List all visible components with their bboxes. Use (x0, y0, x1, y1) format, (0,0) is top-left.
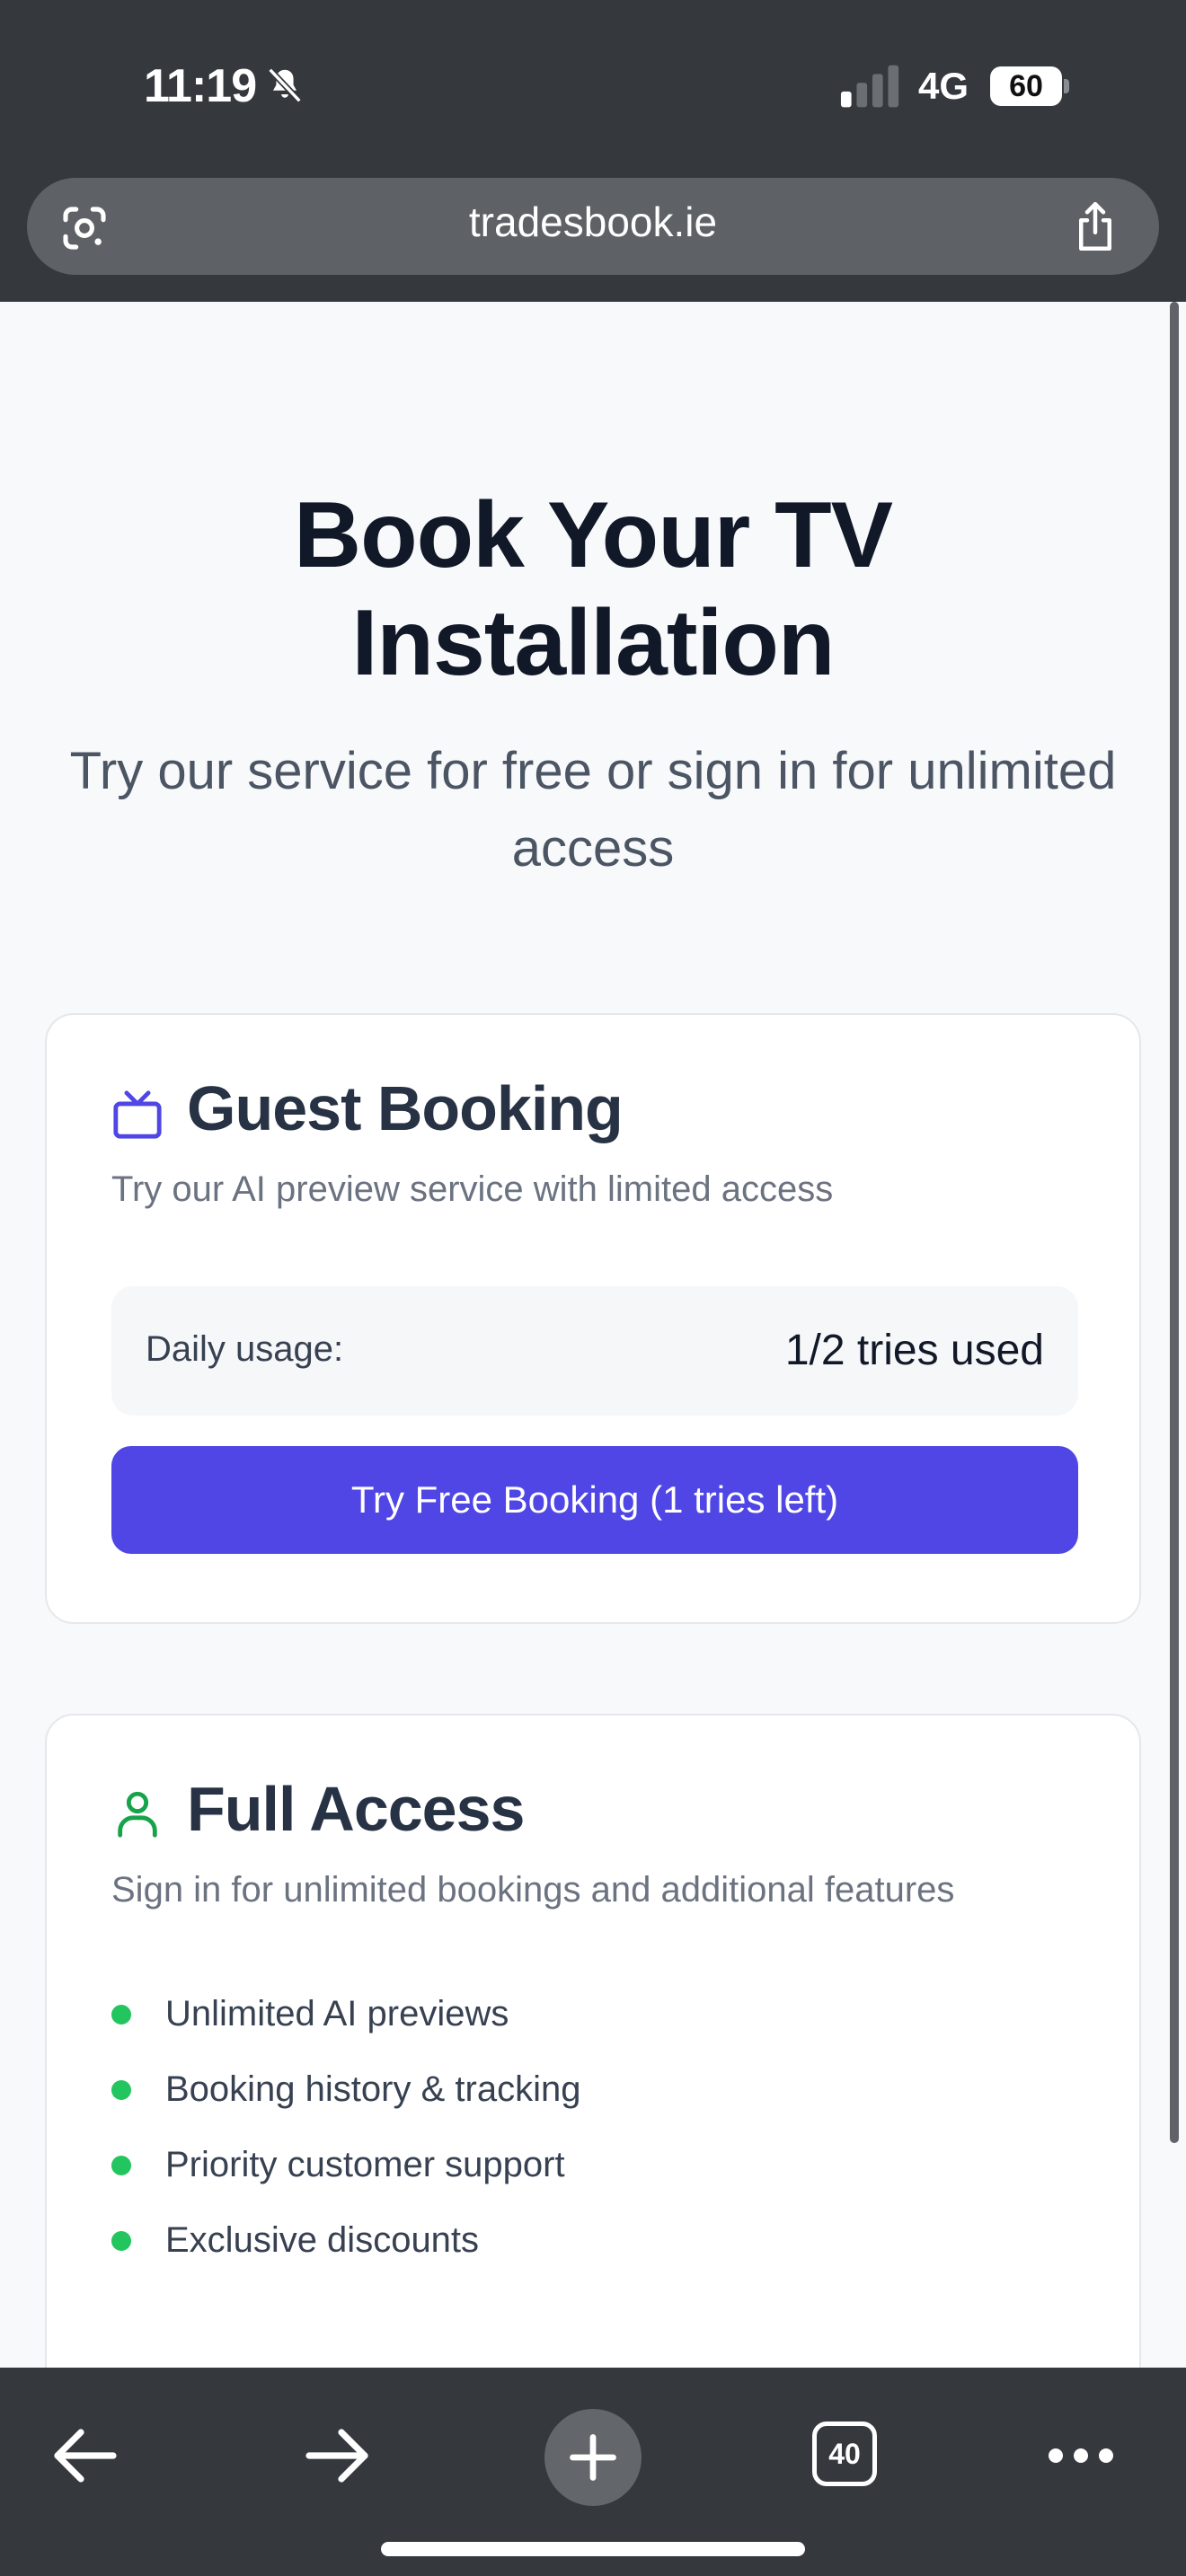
guest-booking-card: Guest Booking Try our AI preview service… (45, 1013, 1141, 1624)
bullet-dot (111, 2231, 131, 2251)
feature-list: Unlimited AI previews Booking history & … (111, 1976, 1078, 2278)
feature-label: Booking history & tracking (165, 2069, 581, 2109)
cellular-signal-icon (840, 65, 899, 108)
user-icon (118, 1791, 157, 1838)
lens-icon[interactable] (59, 203, 110, 253)
bullet-dot (111, 2156, 131, 2175)
battery-tip (1064, 79, 1069, 93)
back-arrow-icon[interactable] (50, 2427, 119, 2484)
feature-item: Priority customer support (111, 2127, 1078, 2202)
full-access-description: Sign in for unlimited bookings and addit… (111, 1870, 955, 1910)
share-icon[interactable] (1071, 199, 1120, 253)
new-tab-button[interactable] (544, 2409, 642, 2506)
tv-icon (113, 1090, 162, 1139)
feature-label: Priority customer support (165, 2145, 565, 2184)
scrollbar[interactable] (1170, 302, 1179, 2143)
more-icon[interactable] (1048, 2438, 1114, 2474)
bullet-dot (111, 2080, 131, 2100)
feature-item: Unlimited AI previews (111, 1976, 1078, 2051)
battery-level: 60 (990, 66, 1062, 106)
browser-top-chrome: 11:19 4G 60 tradesbook.ie (0, 0, 1186, 302)
tabs-button[interactable]: 40 (812, 2422, 877, 2486)
daily-usage-panel: Daily usage: 1/2 tries used (111, 1286, 1078, 1416)
feature-item: Exclusive discounts (111, 2202, 1078, 2278)
full-access-title: Full Access (187, 1774, 525, 1844)
plus-icon (570, 2434, 616, 2481)
bullet-dot (111, 2005, 131, 2025)
network-label: 4G (918, 65, 969, 107)
page-subtitle: Try our service for free or sign in for … (69, 742, 1117, 878)
guest-booking-title: Guest Booking (187, 1073, 624, 1143)
feature-label: Unlimited AI previews (165, 1994, 509, 2033)
url-text[interactable]: tradesbook.ie (323, 198, 863, 246)
page-title: Book Your TV Installation (294, 483, 893, 695)
daily-usage-label: Daily usage: (146, 1329, 344, 1369)
try-free-booking-button[interactable]: Try Free Booking (1 tries left) (111, 1446, 1078, 1554)
guest-booking-description: Try our AI preview service with limited … (111, 1169, 834, 1209)
status-time: 11:19 (144, 60, 257, 112)
feature-label: Exclusive discounts (165, 2220, 480, 2260)
page-content: Book Your TV Installation Try our servic… (0, 302, 1186, 2544)
feature-item: Booking history & tracking (111, 2051, 1078, 2127)
bell-slash-icon (268, 67, 302, 103)
forward-arrow-icon[interactable] (304, 2427, 372, 2484)
home-indicator (381, 2542, 805, 2556)
daily-usage-value: 1/2 tries used (784, 1327, 1044, 1374)
battery-icon: 60 (990, 66, 1069, 106)
